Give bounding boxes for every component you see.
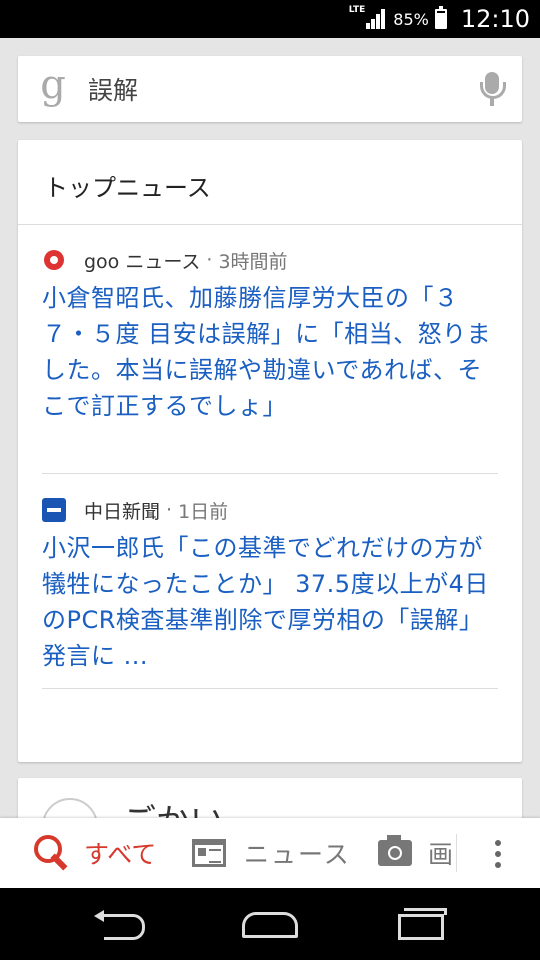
signal-icon [366,9,386,29]
news-item[interactable]: 中日新聞 · 1日前 小沢一郎氏「この基準でどれだけの方が犠牲になったことか」 … [42,498,498,674]
item-divider [42,688,498,689]
system-nav-bar [0,888,540,960]
news-headline-link[interactable]: 小倉智昭氏、加藤勝信厚労大臣の「３７・５度 目安は誤解」に「相当、怒りました。本… [42,280,498,424]
source-row: 中日新聞 · 1日前 [42,498,498,523]
clock: 12:10 [460,5,530,33]
source-separator: · [206,249,213,271]
card-title: トップニュース [44,174,211,202]
back-icon[interactable] [94,910,146,940]
tab-all-label: すべて [84,840,157,869]
google-logo-icon: g [40,62,66,108]
top-news-card: トップニュース goo ニュース · 3時間前 小倉智昭氏、加藤勝信厚労大臣の「… [18,140,522,762]
chunichi-logo-icon [42,498,66,522]
tab-all[interactable]: すべて [34,818,156,888]
card-divider [18,224,522,225]
source-row: goo ニュース · 3時間前 [42,248,498,273]
status-bar: LTE 85% 12:10 [0,0,540,38]
source-time: 3時間前 [218,250,288,273]
source-name: goo ニュース [84,250,201,273]
tab-images-label: 画 [428,840,454,869]
microphone-icon[interactable] [462,56,522,122]
home-icon[interactable] [242,912,298,938]
battery-percent: 85% [393,9,429,29]
search-bar[interactable]: g 誤解 [18,56,522,122]
battery-icon [434,6,447,29]
lte-indicator: LTE [348,5,366,15]
source-name: 中日新聞 [84,500,161,523]
goo-logo-icon [42,248,66,272]
tab-separator [456,834,457,872]
news-item[interactable]: goo ニュース · 3時間前 小倉智昭氏、加藤勝信厚労大臣の「３７・５度 目安… [42,248,498,424]
search-icon [34,835,70,871]
camera-icon [378,835,412,866]
tab-news-label: ニュース [244,840,351,869]
more-options-icon[interactable] [488,840,508,868]
item-divider [42,473,498,474]
search-input[interactable]: 誤解 [88,71,462,107]
source-separator: · [166,499,173,521]
bottom-tab-bar: すべて ニュース 画 [0,818,540,888]
source-time: 1日前 [178,500,229,523]
news-headline-link[interactable]: 小沢一郎氏「この基準でどれだけの方が犠牲になったことか」 37.5度以上が4日の… [42,530,498,674]
tab-news[interactable]: ニュース [192,818,351,888]
newspaper-icon [192,839,226,867]
tab-images[interactable]: 画 [378,818,453,888]
recent-apps-icon[interactable] [398,908,447,940]
